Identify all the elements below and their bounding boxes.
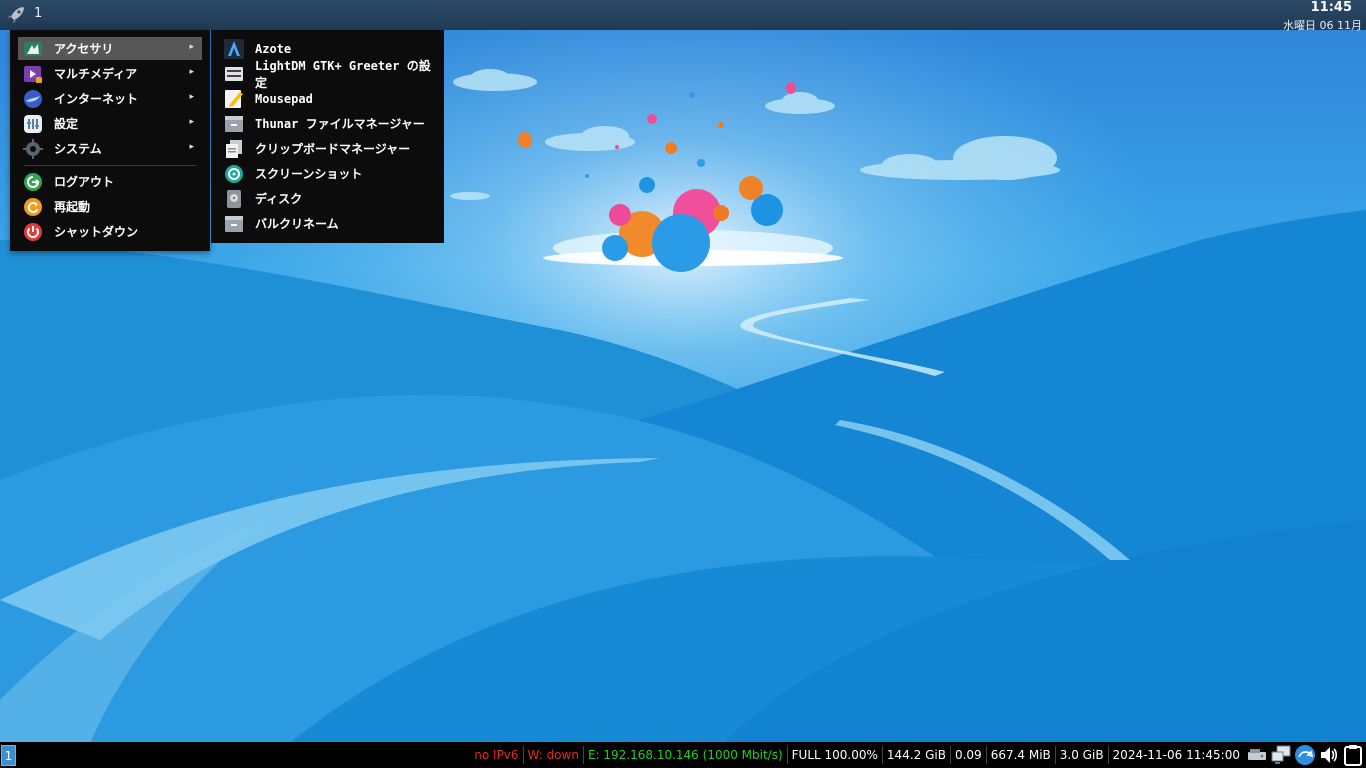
accessories-icon xyxy=(24,41,42,56)
submenu-item-label: Mousepad xyxy=(255,91,313,106)
battery-status: FULL 100.00% xyxy=(788,746,883,764)
submenu-item-label: ディスク xyxy=(255,192,303,206)
update-notifier-icon[interactable] xyxy=(1294,744,1316,766)
menu-item-internet[interactable]: インターネット ▸ xyxy=(18,87,202,110)
removable-drive-icon[interactable] xyxy=(1246,744,1268,766)
internet-icon xyxy=(24,89,42,108)
reboot-icon xyxy=(24,197,42,216)
memory-total-status: 3.0 GiB xyxy=(1056,746,1109,764)
menu-item-label: インターネット xyxy=(54,92,139,106)
submenu-arrow-icon: ▸ xyxy=(189,92,194,102)
lightdm-icon xyxy=(225,66,243,81)
menu-item-logout[interactable]: ログアウト xyxy=(18,170,202,193)
disk-free-status: 144.2 GiB xyxy=(883,746,951,764)
submenu-arrow-icon: ▸ xyxy=(189,67,194,77)
accessories-submenu: Azote LightDM GTK+ Greeter の設定 Mousepad … xyxy=(211,30,444,243)
disks-icon xyxy=(227,189,241,208)
status-line: no IPv6 W: down E: 192.168.10.146 (1000 … xyxy=(470,742,1244,768)
settings-icon xyxy=(24,114,42,133)
submenu-item-screenshot[interactable]: スクリーンショット xyxy=(223,162,438,185)
menu-item-accessories[interactable]: アクセサリ ▸ xyxy=(18,37,202,60)
submenu-item-thunar[interactable]: Thunar ファイルマネージャー xyxy=(223,112,438,135)
submenu-item-label: バルクリネーム xyxy=(255,217,339,231)
clock-time[interactable]: 11:45 xyxy=(1311,0,1352,15)
top-panel: 1 11:45 水曜日 06 11月 xyxy=(0,0,1366,33)
volume-icon[interactable] xyxy=(1318,744,1340,766)
menu-item-label: 設定 xyxy=(54,117,79,131)
system-tray xyxy=(1246,744,1364,766)
application-menu: アクセサリ ▸ マルチメディア ▸ インターネット ▸ 設定 ▸ システム ▸ … xyxy=(10,30,210,251)
menu-item-shutdown[interactable]: シャットダウン xyxy=(18,220,202,243)
load-average-status: 0.09 xyxy=(951,746,987,764)
submenu-item-lightdm[interactable]: LightDM GTK+ Greeter の設定 xyxy=(223,59,438,90)
menu-item-label: アクセサリ xyxy=(54,42,114,56)
submenu-item-label: Azote xyxy=(255,41,292,56)
memory-used-status: 667.4 MiB xyxy=(987,746,1056,764)
status-bar: 1 no IPv6 W: down E: 192.168.10.146 (100… xyxy=(0,742,1366,768)
ethernet-status: E: 192.168.10.146 (1000 Mbit/s) xyxy=(584,746,788,764)
submenu-item-label: スクリーンショット xyxy=(255,167,363,181)
multimedia-icon xyxy=(24,65,42,83)
menu-item-multimedia[interactable]: マルチメディア ▸ xyxy=(18,62,202,85)
mousepad-icon xyxy=(225,89,243,108)
menu-item-reboot[interactable]: 再起動 xyxy=(18,195,202,218)
thunar-icon xyxy=(225,115,243,132)
shutdown-icon xyxy=(24,222,42,241)
menu-item-label: シャットダウン xyxy=(54,225,139,239)
workspace-button[interactable]: 1 xyxy=(1,745,16,766)
menu-item-system[interactable]: システム ▸ xyxy=(18,137,202,160)
network-wired-icon[interactable] xyxy=(1270,744,1292,766)
ipv6-status: no IPv6 xyxy=(470,746,524,764)
menu-item-label: ログアウト xyxy=(54,175,115,189)
submenu-arrow-icon: ▸ xyxy=(189,117,194,127)
bulk-rename-icon xyxy=(225,215,243,232)
rocket-launcher-icon[interactable] xyxy=(6,5,26,25)
submenu-arrow-icon: ▸ xyxy=(189,142,194,152)
submenu-item-label: LightDM GTK+ Greeter の設定 xyxy=(255,58,431,90)
submenu-item-clipboard[interactable]: クリップボードマネージャー xyxy=(223,137,438,160)
submenu-item-mousepad[interactable]: Mousepad xyxy=(223,87,438,110)
clipboard-icon xyxy=(226,139,242,158)
logout-icon xyxy=(24,172,42,191)
clipboard-tray-icon[interactable] xyxy=(1342,744,1364,766)
menu-item-label: システム xyxy=(54,142,102,156)
wireless-status: W: down xyxy=(524,746,584,764)
azote-icon xyxy=(224,38,244,59)
submenu-item-label: Thunar ファイルマネージャー xyxy=(255,117,425,131)
workspace-indicator[interactable]: 1 xyxy=(34,6,42,21)
menu-item-label: マルチメディア xyxy=(54,67,138,81)
system-icon xyxy=(23,138,43,159)
submenu-item-bulk-rename[interactable]: バルクリネーム xyxy=(223,212,438,235)
datetime-status: 2024-11-06 11:45:00 xyxy=(1112,748,1240,762)
screenshot-icon xyxy=(225,164,243,183)
submenu-item-label: クリップボードマネージャー xyxy=(255,142,411,156)
submenu-arrow-icon: ▸ xyxy=(189,42,194,52)
clock-date[interactable]: 水曜日 06 11月 xyxy=(1283,17,1362,33)
menu-separator xyxy=(24,165,196,166)
menu-item-label: 再起動 xyxy=(54,200,91,214)
submenu-item-disks[interactable]: ディスク xyxy=(223,187,438,210)
menu-item-settings[interactable]: 設定 ▸ xyxy=(18,112,202,135)
